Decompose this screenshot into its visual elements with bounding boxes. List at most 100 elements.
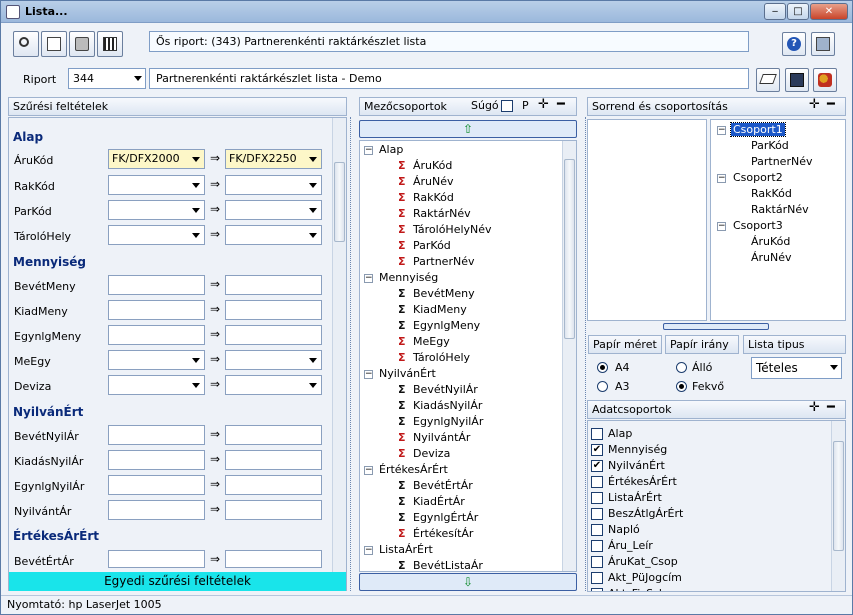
betetmeny-to-input[interactable]	[225, 275, 322, 295]
right-splitter[interactable]	[578, 117, 586, 591]
egynlgnyilar-to-input[interactable]	[225, 475, 322, 495]
nyilvantar-to-input[interactable]	[225, 500, 322, 520]
arukod-from-select[interactable]: FK/DFX2000	[108, 149, 205, 169]
tree-field[interactable]: NyilvántÁr	[413, 431, 470, 444]
radio-a4[interactable]	[597, 362, 608, 373]
rakkod-from-select[interactable]	[108, 175, 205, 195]
group-item[interactable]: ParKód	[751, 139, 789, 152]
help-checkbox[interactable]	[501, 100, 513, 112]
group-node[interactable]: Csoport2	[731, 171, 785, 184]
tree-field[interactable]: BevétMeny	[413, 287, 475, 300]
tarolohely-to-select[interactable]	[225, 225, 322, 245]
betetnyilar-to-input[interactable]	[225, 425, 322, 445]
riport-name-field[interactable]: Partnerenkénti raktárkészlet lista - Dem…	[149, 68, 749, 89]
settings-button[interactable]	[41, 31, 67, 57]
datagroups-scroll-thumb[interactable]	[833, 441, 844, 551]
tree-field[interactable]: TárolóHely	[413, 351, 470, 364]
group-node[interactable]: Csoport1	[730, 122, 786, 137]
kiadasnyilar-from-input[interactable]	[108, 450, 205, 470]
tree-field[interactable]: PartnerNév	[413, 255, 474, 268]
group-item[interactable]: ÁruNév	[751, 251, 792, 264]
radio-allo[interactable]	[676, 362, 687, 373]
preview-button[interactable]	[13, 31, 39, 57]
fields-scrollbar[interactable]	[562, 141, 576, 571]
tree-field[interactable]: EgynlgÉrtÁr	[413, 511, 478, 524]
datagroup-checkbox[interactable]	[591, 588, 603, 591]
collapse-toggle-icon[interactable]: −	[364, 146, 373, 155]
collapse-toggle-icon[interactable]: −	[364, 546, 373, 555]
datagroup-checkbox[interactable]	[591, 572, 603, 584]
deviza-from-select[interactable]	[108, 375, 205, 395]
left-splitter[interactable]	[350, 117, 358, 591]
arukod-to-select[interactable]: FK/DFX2250	[225, 149, 322, 169]
betetmeny-from-input[interactable]	[108, 275, 205, 295]
tree-field[interactable]: ÁruNév	[413, 175, 454, 188]
collapse-toggle-icon[interactable]: −	[364, 274, 373, 283]
tree-field[interactable]: EgynlgMeny	[413, 319, 480, 332]
tree-group[interactable]: Mennyiség	[379, 271, 438, 284]
datagroup-checkbox[interactable]	[591, 540, 603, 552]
minimize-button[interactable]: ‒	[764, 3, 786, 20]
rakkod-to-select[interactable]	[225, 175, 322, 195]
users-button[interactable]	[813, 68, 837, 92]
riport-code-select[interactable]: 344	[68, 68, 146, 89]
tree-field[interactable]: KiadÉrtÁr	[413, 495, 465, 508]
group-item[interactable]: RaktárNév	[751, 203, 809, 216]
scroll-down-button[interactable]: ⇩	[359, 573, 577, 591]
tree-field[interactable]: ParKód	[413, 239, 451, 252]
tree-field[interactable]: EgynlgNyilÁr	[413, 415, 483, 428]
datagroup-checkbox[interactable]: ✔	[591, 460, 603, 472]
egynlgnyilar-from-input[interactable]	[108, 475, 205, 495]
datagroup-checkbox[interactable]	[591, 524, 603, 536]
scroll-up-button[interactable]: ⇧	[359, 120, 577, 138]
egynlgmeny-to-input[interactable]	[225, 325, 322, 345]
close-button[interactable]: ✕	[810, 3, 848, 20]
datagroup-checkbox[interactable]	[591, 508, 603, 520]
group-item[interactable]: RakKód	[751, 187, 792, 200]
tree-field[interactable]: BevétListaÁr	[413, 559, 483, 571]
tree-field[interactable]: BevétNyilÁr	[413, 383, 478, 396]
tree-group[interactable]: ÉrtékesÁrÉrt	[379, 463, 448, 476]
tree-field[interactable]: ÁruKód	[413, 159, 452, 172]
tree-field[interactable]: KiadásNyilÁr	[413, 399, 482, 412]
collapse-toggle-icon[interactable]: −	[717, 174, 726, 183]
filters-scroll-thumb[interactable]	[334, 162, 345, 242]
betetertar-from-input[interactable]	[108, 550, 205, 568]
collapse-toggle-icon[interactable]: −	[717, 126, 726, 135]
remove-group-button[interactable]: ━	[827, 97, 835, 112]
betetertar-to-input[interactable]	[225, 550, 322, 568]
group-item[interactable]: ÁruKód	[751, 235, 790, 248]
remove-datagroup-button[interactable]: ━	[827, 400, 835, 415]
tree-field[interactable]: MeEgy	[413, 335, 450, 348]
tree-field[interactable]: ÉrtékesítÁr	[413, 527, 473, 540]
group-node[interactable]: Csoport3	[731, 219, 785, 232]
datagroup-checkbox[interactable]	[591, 476, 603, 488]
list-type-select[interactable]: Tételes	[751, 357, 842, 379]
fields-scroll-thumb[interactable]	[564, 159, 575, 339]
exit-button[interactable]	[811, 32, 835, 56]
remove-field-button[interactable]: ━	[557, 97, 565, 112]
add-group-button[interactable]: ✛	[809, 97, 820, 112]
collapse-toggle-icon[interactable]: −	[364, 466, 373, 475]
betetnyilar-from-input[interactable]	[108, 425, 205, 445]
help-button[interactable]: ?	[782, 32, 806, 56]
filters-scrollbar[interactable]	[332, 118, 346, 572]
kiadmeny-from-input[interactable]	[108, 300, 205, 320]
datagroup-checkbox[interactable]	[591, 428, 603, 440]
maximize-button[interactable]: □	[787, 3, 809, 20]
tree-group[interactable]: Alap	[379, 143, 403, 156]
tree-field[interactable]: RakKód	[413, 191, 454, 204]
collapse-toggle-icon[interactable]: −	[364, 370, 373, 379]
radio-a3[interactable]	[597, 381, 608, 392]
meegy-from-select[interactable]	[108, 350, 205, 370]
datagroup-checkbox[interactable]	[591, 492, 603, 504]
parkod-to-select[interactable]	[225, 200, 322, 220]
add-field-button[interactable]: ✛	[538, 97, 549, 112]
kiadasnyilar-to-input[interactable]	[225, 450, 322, 470]
tree-field[interactable]: KiadMeny	[413, 303, 467, 316]
kiadmeny-to-input[interactable]	[225, 300, 322, 320]
nyilvantar-from-input[interactable]	[108, 500, 205, 520]
eraser-button[interactable]	[756, 68, 780, 92]
egynlgmeny-from-input[interactable]	[108, 325, 205, 345]
group-splitter[interactable]	[663, 323, 769, 330]
